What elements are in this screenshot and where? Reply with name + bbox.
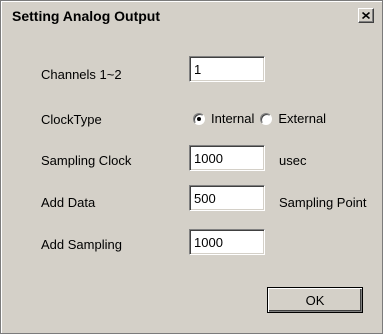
- close-icon: [362, 12, 370, 19]
- internal-radio[interactable]: [193, 112, 205, 125]
- title-bar: Setting Analog Output: [2, 2, 381, 30]
- ok-button[interactable]: OK: [267, 287, 363, 313]
- sampling-clock-unit: usec: [279, 153, 307, 168]
- sampling-clock-label: Sampling Clock: [41, 153, 132, 168]
- channels-input[interactable]: [189, 56, 265, 82]
- analog-output-dialog: Setting Analog Output Channels 1~2 Clock…: [0, 0, 383, 334]
- clock-type-label: ClockType: [41, 112, 102, 127]
- window-title: Setting Analog Output: [12, 8, 161, 24]
- add-data-input[interactable]: [189, 185, 265, 211]
- add-data-label: Add Data: [41, 195, 96, 210]
- add-sampling-input[interactable]: [189, 229, 265, 255]
- internal-radio-label[interactable]: Internal: [211, 111, 254, 126]
- close-button[interactable]: [358, 8, 374, 23]
- external-radio-label[interactable]: External: [278, 111, 326, 126]
- clock-type-radio-group: Internal External: [193, 111, 332, 126]
- sampling-clock-input[interactable]: [189, 145, 265, 171]
- channels-label: Channels 1~2: [41, 67, 122, 82]
- add-sampling-label: Add Sampling: [41, 237, 122, 252]
- external-radio[interactable]: [260, 112, 273, 125]
- add-data-unit: Sampling Point: [279, 195, 367, 210]
